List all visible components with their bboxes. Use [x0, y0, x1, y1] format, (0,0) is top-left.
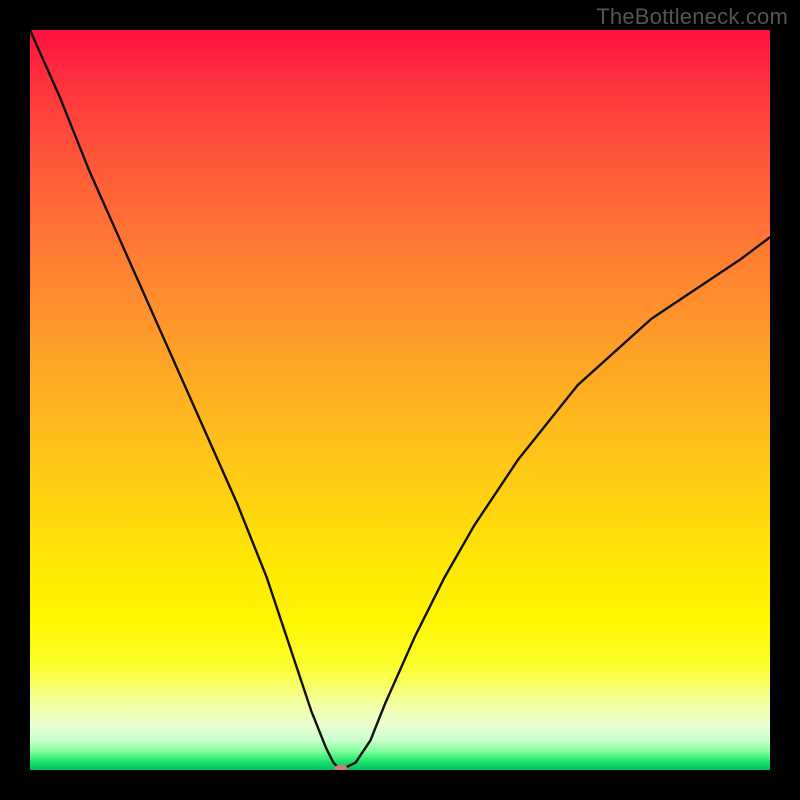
watermark-text: TheBottleneck.com	[596, 4, 788, 30]
plot-area	[30, 30, 770, 770]
optimum-marker	[334, 765, 348, 770]
bottleneck-curve	[30, 30, 770, 770]
curve-svg	[30, 30, 770, 770]
chart-frame: TheBottleneck.com	[0, 0, 800, 800]
